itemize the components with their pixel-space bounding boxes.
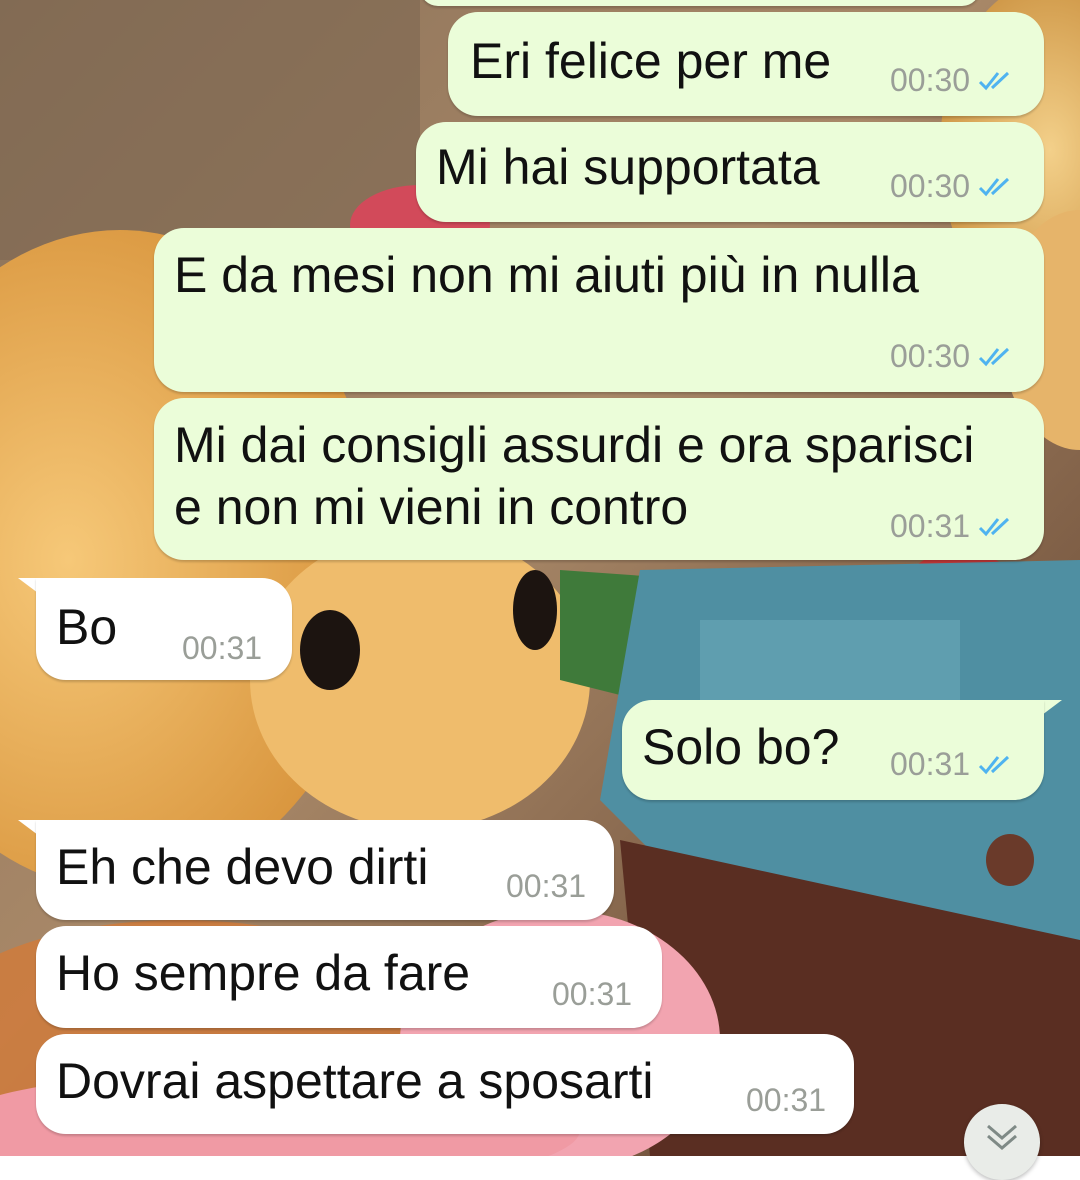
message-text: Ho sempre da fare	[56, 945, 471, 1001]
message-bubble-outgoing[interactable]: Eri felice per me 00:30	[448, 12, 1044, 116]
double-check-icon	[979, 755, 1010, 774]
message-text: Bo	[56, 599, 118, 655]
message-text: E da mesi non mi aiuti più in nulla	[174, 247, 919, 303]
message-time: 00:31	[890, 508, 971, 544]
message-bubble-outgoing[interactable]: Solo bo? 00:31	[622, 700, 1044, 800]
message-text: Mi hai supportata	[436, 139, 820, 195]
double-check-icon	[979, 71, 1010, 90]
double-check-icon	[979, 347, 1010, 366]
message-meta: 00:30	[890, 62, 1016, 99]
message-meta: 00:30	[890, 168, 1016, 205]
message-time: 00:31	[552, 976, 633, 1012]
message-bubble-incoming[interactable]: Dovrai aspettare a sposarti 00:31	[36, 1034, 854, 1134]
message-bubble-incoming[interactable]: Ho sempre da fare 00:31	[36, 926, 662, 1028]
message-time: 00:30	[890, 338, 971, 374]
message-time: 00:31	[746, 1082, 827, 1118]
message-meta: 00:31	[890, 746, 1016, 783]
message-text-line: Mi dai consigli assurdi e ora sparisci	[174, 417, 975, 473]
message-time: 00:30	[890, 62, 971, 98]
message-text: Solo bo?	[642, 719, 840, 775]
scroll-to-bottom-button[interactable]	[964, 1104, 1040, 1180]
message-text-line: e non mi vieni in contro	[174, 479, 689, 535]
message-time: 00:31	[506, 868, 587, 904]
message-time: 00:30	[890, 168, 971, 204]
message-meta: 00:31	[890, 508, 1016, 545]
message-text: Eri felice per me	[470, 33, 832, 89]
message-time: 00:31	[890, 746, 971, 782]
message-time: 00:31	[182, 630, 263, 666]
message-bubble-incoming[interactable]: Bo 00:31	[36, 578, 292, 680]
message-bubble-outgoing[interactable]: E da mesi non mi aiuti più in nulla 00:3…	[154, 228, 1044, 392]
message-meta: 00:30	[890, 338, 1016, 375]
message-bubble-outgoing[interactable]: Mi hai supportata 00:30	[416, 122, 1044, 222]
message-text: Eh che devo dirti	[56, 839, 429, 895]
double-check-icon	[979, 177, 1010, 196]
message-text: Dovrai aspettare a sposarti	[56, 1053, 654, 1109]
message-bubble-outgoing[interactable]: Mi dai consigli assurdi e ora sparisci e…	[154, 398, 1044, 560]
message-bubble-incoming[interactable]: Eh che devo dirti 00:31	[36, 820, 614, 920]
message-bubble-clipped	[420, 0, 980, 6]
double-check-icon	[979, 517, 1010, 536]
chevron-double-down-icon	[987, 1124, 1017, 1150]
